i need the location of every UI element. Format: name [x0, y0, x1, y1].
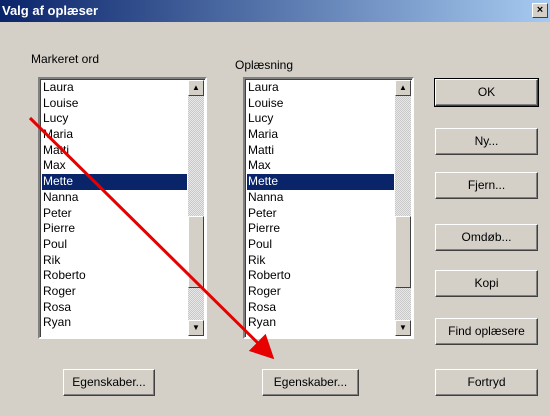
list-item[interactable]: Peter — [42, 206, 187, 222]
scroll-down-button[interactable]: ▼ — [188, 320, 204, 336]
list-item[interactable]: Mette — [247, 174, 394, 190]
list-item[interactable]: Louise — [247, 96, 394, 112]
left-properties-button[interactable]: Egenskaber... — [63, 369, 155, 396]
list-item[interactable]: Matti — [247, 143, 394, 159]
cancel-button[interactable]: Fortryd — [435, 369, 538, 396]
list-item[interactable]: Rosa — [42, 300, 187, 316]
list-item[interactable]: Poul — [42, 237, 187, 253]
list-item[interactable]: Max — [247, 158, 394, 174]
list-item[interactable]: Lucy — [42, 111, 187, 127]
list-item[interactable]: Lucy — [247, 111, 394, 127]
right-list-label: Oplæsning — [235, 58, 294, 72]
marked-word-items: Laura Louise Lucy Maria Matti Max Mette Nanna Pe… — [42, 80, 187, 331]
list-item[interactable]: Laura — [247, 80, 394, 96]
list-item[interactable]: Mette — [42, 174, 187, 190]
close-button[interactable]: × — [532, 3, 548, 18]
list-item[interactable]: Matti — [42, 143, 187, 159]
list-item[interactable]: Nanna — [42, 190, 187, 206]
list-item[interactable]: Louise — [42, 96, 187, 112]
copy-button[interactable]: Kopi — [435, 270, 538, 297]
list-item[interactable]: Roger — [42, 284, 187, 300]
scroll-thumb[interactable] — [188, 216, 204, 288]
list-item[interactable]: Rik — [247, 253, 394, 269]
list-item[interactable]: Roberto — [42, 268, 187, 284]
reading-items: Laura Louise Lucy Maria Matti Max Mette Nanna Pe… — [247, 80, 394, 331]
window-title: Valg af oplæser — [2, 3, 99, 18]
list-item[interactable]: Ryan — [247, 315, 394, 331]
list-item[interactable]: Maria — [247, 127, 394, 143]
scroll-up-button[interactable]: ▲ — [395, 80, 411, 96]
rename-button[interactable]: Omdøb... — [435, 224, 538, 251]
scroll-down-button[interactable]: ▼ — [395, 320, 411, 336]
scroll-thumb[interactable] — [395, 216, 411, 288]
list-item[interactable]: Rosa — [247, 300, 394, 316]
right-scrollbar[interactable]: ▲ ▼ — [395, 80, 411, 336]
list-item[interactable]: Rik — [42, 253, 187, 269]
reading-listbox[interactable]: Laura Louise Lucy Maria Matti Max Mette Nanna Pe… — [243, 77, 414, 339]
left-scrollbar[interactable]: ▲ ▼ — [188, 80, 204, 336]
list-item[interactable]: Ryan — [42, 315, 187, 331]
list-item[interactable]: Max — [42, 158, 187, 174]
list-item[interactable]: Roger — [247, 284, 394, 300]
left-list-label: Markeret ord — [31, 52, 100, 66]
title-bar: Valg af oplæser × — [0, 0, 550, 22]
list-item[interactable]: Poul — [247, 237, 394, 253]
list-item[interactable]: Roberto — [247, 268, 394, 284]
marked-word-listbox[interactable]: Laura Louise Lucy Maria Matti Max Mette Nanna Pe… — [38, 77, 207, 339]
remove-button[interactable]: Fjern... — [435, 172, 538, 199]
list-item[interactable]: Peter — [247, 206, 394, 222]
right-properties-button[interactable]: Egenskaber... — [262, 369, 359, 396]
list-item[interactable]: Pierre — [42, 221, 187, 237]
list-item[interactable]: Maria — [42, 127, 187, 143]
list-item[interactable]: Pierre — [247, 221, 394, 237]
find-readers-button[interactable]: Find oplæsere — [435, 318, 538, 345]
list-item[interactable]: Nanna — [247, 190, 394, 206]
scroll-up-button[interactable]: ▲ — [188, 80, 204, 96]
ok-button[interactable]: OK — [434, 78, 539, 107]
list-item[interactable]: Laura — [42, 80, 187, 96]
new-button[interactable]: Ny... — [435, 128, 538, 155]
